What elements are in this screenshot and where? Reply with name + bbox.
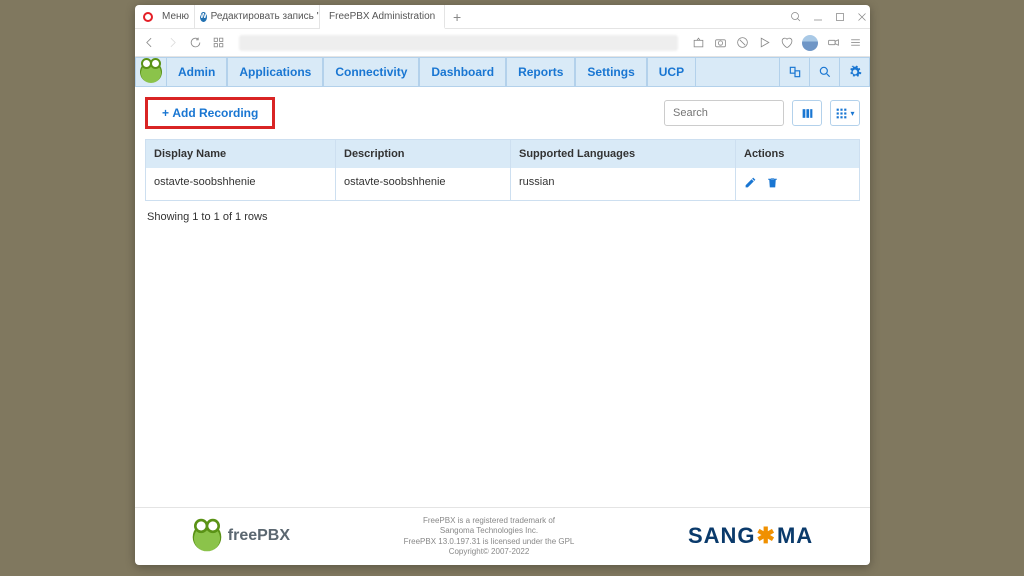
cell-actions [736, 168, 859, 200]
table-summary: Showing 1 to 1 of 1 rows [135, 201, 870, 233]
url-bar [135, 29, 870, 57]
columns-button[interactable] [792, 100, 822, 126]
table-header: Display Name Description Supported Langu… [146, 140, 859, 168]
add-recording-label: Add Recording [172, 106, 258, 120]
avatar-icon[interactable] [802, 35, 818, 51]
forward-icon[interactable] [166, 36, 179, 49]
th-actions: Actions [736, 140, 859, 168]
nav-admin[interactable]: Admin [166, 57, 227, 87]
tab-label: Меню [162, 11, 189, 22]
freepbx-text: freePBX [228, 526, 290, 547]
menu-icon[interactable] [849, 36, 862, 49]
freepbx-footer-logo: freePBX [192, 526, 290, 548]
th-languages[interactable]: Supported Languages [511, 140, 736, 168]
language-icon[interactable] [779, 57, 809, 87]
video-icon[interactable] [827, 36, 840, 49]
nav-settings[interactable]: Settings [575, 57, 646, 87]
tab-label: FreePBX Administration [329, 11, 435, 22]
nav-dashboard[interactable]: Dashboard [419, 57, 506, 87]
asterisk-icon: ✱ [757, 522, 776, 551]
address-input[interactable] [239, 35, 678, 51]
cell-description: ostavte-soobshhenie [336, 168, 511, 200]
cell-display: ostavte-soobshhenie [146, 168, 336, 200]
camera-icon[interactable] [714, 36, 727, 49]
maximize-icon[interactable] [834, 11, 846, 23]
opera-logo-icon [143, 12, 153, 22]
browser-window: Меню WРедактировать запись "К...× FreePB… [135, 5, 870, 565]
share-icon[interactable] [692, 36, 705, 49]
nav-connectivity[interactable]: Connectivity [323, 57, 419, 87]
cell-languages: russian [511, 168, 736, 200]
heart-icon[interactable] [780, 36, 793, 49]
sangoma-logo: SANG✱MA [688, 522, 813, 551]
blocker-icon[interactable] [736, 36, 749, 49]
recordings-table: Display Name Description Supported Langu… [145, 139, 860, 201]
grid-icon[interactable] [212, 36, 225, 49]
freepbx-logo-icon[interactable] [140, 61, 162, 83]
tab-wordpress[interactable]: WРедактировать запись "К...× [195, 5, 320, 29]
search-icon[interactable] [790, 11, 802, 23]
back-icon[interactable] [143, 36, 156, 49]
tab-menu[interactable]: Меню [157, 5, 195, 29]
frog-icon [192, 522, 221, 551]
th-description[interactable]: Description [336, 140, 511, 168]
nav-ucp[interactable]: UCP [647, 57, 696, 87]
reload-icon[interactable] [189, 36, 202, 49]
main-nav: Admin Applications Connectivity Dashboar… [135, 57, 870, 87]
close-icon[interactable] [856, 11, 868, 23]
browser-tabs: Меню WРедактировать запись "К...× FreePB… [135, 5, 870, 29]
tab-freepbx[interactable]: FreePBX Administration× [320, 5, 445, 29]
page-footer: freePBX FreePBX is a registered trademar… [135, 507, 870, 565]
add-recording-button[interactable]: + Add Recording [145, 97, 275, 129]
nav-reports[interactable]: Reports [506, 57, 575, 87]
play-icon[interactable] [758, 36, 771, 49]
gear-icon[interactable] [839, 57, 869, 87]
search-input[interactable] [664, 100, 784, 126]
new-tab-button[interactable]: + [445, 9, 469, 25]
page-toolbar: + Add Recording [135, 87, 870, 139]
tab-label: Редактировать запись "К... [211, 11, 320, 22]
th-display[interactable]: Display Name [146, 140, 336, 168]
minimize-icon[interactable] [812, 11, 824, 23]
view-button[interactable] [830, 100, 860, 126]
footer-text: FreePBX is a registered trademark of San… [404, 516, 575, 558]
table-row: ostavte-soobshhenie ostavte-soobshhenie … [146, 168, 859, 200]
delete-icon[interactable] [766, 176, 779, 189]
nav-applications[interactable]: Applications [227, 57, 323, 87]
edit-icon[interactable] [744, 176, 757, 189]
wordpress-icon: W [200, 12, 207, 22]
search-icon[interactable] [809, 57, 839, 87]
